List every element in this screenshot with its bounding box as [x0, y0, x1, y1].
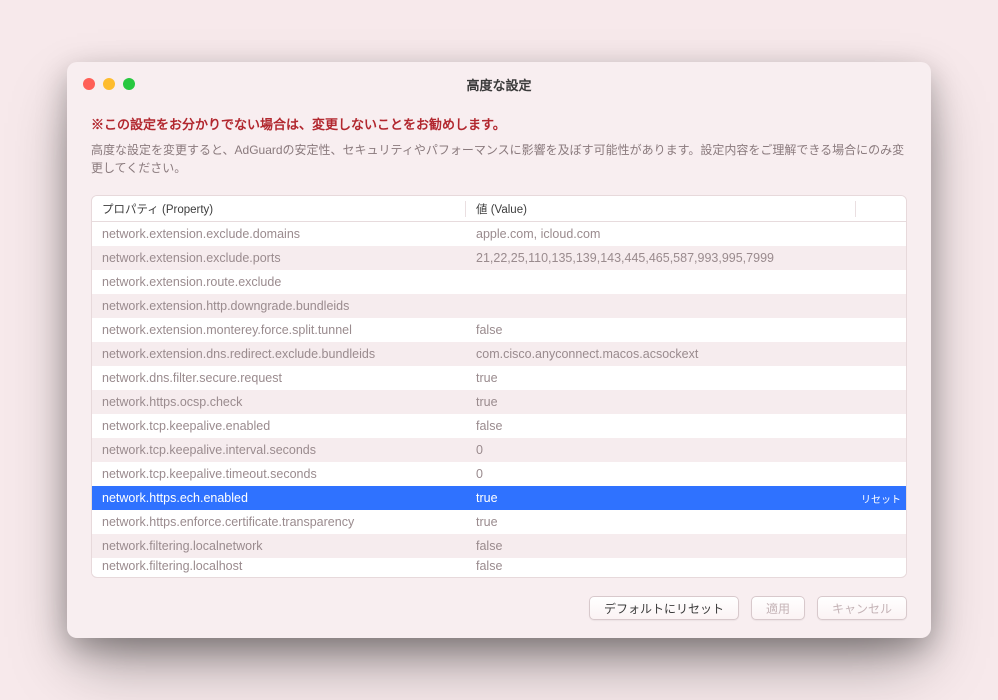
value-cell[interactable]: true [466, 371, 856, 385]
value-cell[interactable]: true [466, 515, 856, 529]
property-cell: network.extension.exclude.domains [92, 227, 466, 241]
table-row[interactable]: network.tcp.keepalive.enabledfalse [92, 414, 906, 438]
property-cell: network.filtering.localhost [92, 559, 466, 573]
property-cell: network.extension.http.downgrade.bundlei… [92, 299, 466, 313]
table-row[interactable]: network.extension.http.downgrade.bundlei… [92, 294, 906, 318]
property-cell: network.tcp.keepalive.enabled [92, 419, 466, 433]
cancel-button[interactable]: キャンセル [817, 596, 907, 620]
row-reset-button[interactable]: リセット [856, 491, 906, 506]
close-icon[interactable] [83, 78, 95, 90]
warning-subtext: 高度な設定を変更すると、AdGuardの安定性、セキュリティやパフォーマンスに影… [91, 141, 907, 177]
table-row[interactable]: network.extension.exclude.domainsapple.c… [92, 222, 906, 246]
table-row[interactable]: network.https.ech.enabledtrueリセット [92, 486, 906, 510]
value-cell[interactable]: false [466, 419, 856, 433]
table-row[interactable]: network.extension.route.exclude [92, 270, 906, 294]
settings-table-panel: プロパティ (Property) 値 (Value) network.exten… [91, 195, 907, 578]
apply-button[interactable]: 適用 [751, 596, 805, 620]
value-cell[interactable]: com.cisco.anyconnect.macos.acsockext [466, 347, 856, 361]
value-cell[interactable]: apple.com, icloud.com [466, 227, 856, 241]
table-row[interactable]: network.tcp.keepalive.timeout.seconds0 [92, 462, 906, 486]
table-row[interactable]: network.tcp.keepalive.interval.seconds0 [92, 438, 906, 462]
warning-heading: ※この設定をお分かりでない場合は、変更しないことをお勧めします。 [91, 114, 907, 133]
value-cell[interactable]: 21,22,25,110,135,139,143,445,465,587,993… [466, 251, 856, 265]
reset-defaults-button[interactable]: デフォルトにリセット [589, 596, 739, 620]
property-cell: network.filtering.localnetwork [92, 539, 466, 553]
footer-buttons: デフォルトにリセット 適用 キャンセル [91, 596, 907, 620]
value-cell[interactable]: false [466, 539, 856, 553]
maximize-icon[interactable] [123, 78, 135, 90]
table-row[interactable]: network.https.ocsp.checktrue [92, 390, 906, 414]
value-cell[interactable]: true [466, 395, 856, 409]
value-cell[interactable]: true [466, 491, 856, 505]
property-cell: network.https.ech.enabled [92, 491, 466, 505]
property-cell: network.tcp.keepalive.interval.seconds [92, 443, 466, 457]
titlebar: 高度な設定 [67, 62, 931, 106]
table-row[interactable]: network.filtering.localhostfalse [92, 558, 906, 574]
window-controls [67, 78, 135, 90]
content-area: ※この設定をお分かりでない場合は、変更しないことをお勧めします。 高度な設定を変… [67, 106, 931, 638]
table-row[interactable]: network.dns.filter.secure.requesttrue [92, 366, 906, 390]
value-cell[interactable]: 0 [466, 443, 856, 457]
property-cell: network.extension.route.exclude [92, 275, 466, 289]
value-cell[interactable]: false [466, 559, 856, 573]
minimize-icon[interactable] [103, 78, 115, 90]
property-cell: network.https.enforce.certificate.transp… [92, 515, 466, 529]
property-cell: network.tcp.keepalive.timeout.seconds [92, 467, 466, 481]
column-header-property[interactable]: プロパティ (Property) [92, 201, 466, 217]
table-body[interactable]: network.extension.exclude.domainsapple.c… [92, 222, 906, 577]
value-cell[interactable]: false [466, 323, 856, 337]
property-cell: network.dns.filter.secure.request [92, 371, 466, 385]
advanced-settings-window: 高度な設定 ※この設定をお分かりでない場合は、変更しないことをお勧めします。 高… [67, 62, 931, 638]
window-title: 高度な設定 [67, 75, 931, 94]
table-header: プロパティ (Property) 値 (Value) [92, 196, 906, 222]
value-cell[interactable]: 0 [466, 467, 856, 481]
table-row[interactable]: network.extension.dns.redirect.exclude.b… [92, 342, 906, 366]
property-cell: network.extension.exclude.ports [92, 251, 466, 265]
property-cell: network.https.ocsp.check [92, 395, 466, 409]
table-row[interactable]: network.filtering.localnetworkfalse [92, 534, 906, 558]
property-cell: network.extension.dns.redirect.exclude.b… [92, 347, 466, 361]
property-cell: network.extension.monterey.force.split.t… [92, 323, 466, 337]
column-header-value[interactable]: 値 (Value) [466, 201, 856, 217]
table-row[interactable]: network.https.enforce.certificate.transp… [92, 510, 906, 534]
table-row[interactable]: network.extension.exclude.ports21,22,25,… [92, 246, 906, 270]
table-row[interactable]: network.extension.monterey.force.split.t… [92, 318, 906, 342]
